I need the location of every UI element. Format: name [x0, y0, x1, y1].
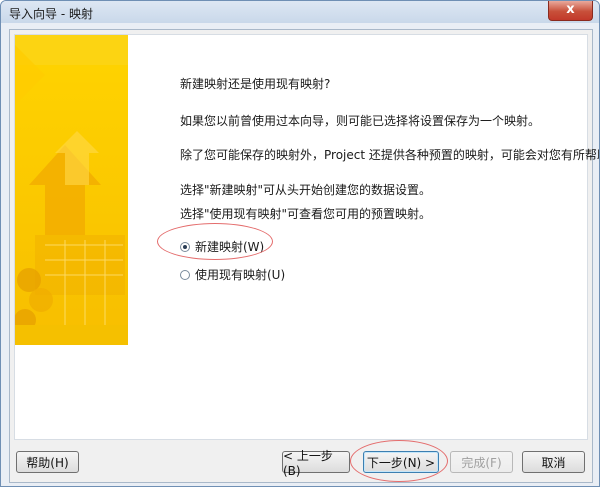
- paragraph-previous-map: 如果您以前曾使用过本向导，则可能已选择将设置保存为一个映射。: [180, 114, 541, 128]
- help-button[interactable]: 帮助(H): [16, 451, 79, 473]
- back-button[interactable]: < 上一步(B): [282, 449, 350, 478]
- radio-unselected-indicator[interactable]: [180, 269, 190, 280]
- close-button[interactable]: x: [548, 1, 593, 21]
- hint-existing-map: 选择"使用现有映射"可查看您可用的预置映射。: [180, 207, 432, 221]
- radio-new-map[interactable]: 新建映射(W): [180, 238, 264, 255]
- finish-button[interactable]: 完成(F): [450, 451, 513, 473]
- title-bar: 导入向导 - 映射 x: [1, 1, 599, 23]
- wizard-client-area: 新建映射还是使用现有映射? 如果您以前曾使用过本向导，则可能已选择将设置保存为一…: [9, 29, 599, 483]
- cancel-button[interactable]: 取消: [522, 451, 585, 473]
- radio-new-map-label: 新建映射(W): [195, 240, 265, 254]
- question-heading: 新建映射还是使用现有映射?: [180, 77, 331, 91]
- window-title: 导入向导 - 映射: [9, 7, 93, 21]
- next-button[interactable]: 下一步(N) >: [363, 451, 439, 473]
- radio-selected-indicator[interactable]: [180, 241, 190, 252]
- radio-use-existing-map[interactable]: 使用现有映射(U): [180, 266, 285, 283]
- import-wizard-window: 导入向导 - 映射 x 新建映射还是使用现有映射? 如果您以前曾使用过本向导，则…: [0, 0, 600, 487]
- paragraph-preset-maps: 除了您可能保存的映射外，Project 还提供各种预置的映射，可能会对您有所帮助…: [180, 148, 600, 162]
- wizard-side-graphic: [15, 35, 128, 345]
- radio-use-existing-map-label: 使用现有映射(U): [195, 268, 286, 282]
- hint-new-map: 选择"新建映射"可从头开始创建您的数据设置。: [180, 183, 432, 197]
- wizard-page-panel: 新建映射还是使用现有映射? 如果您以前曾使用过本向导，则可能已选择将设置保存为一…: [14, 34, 599, 440]
